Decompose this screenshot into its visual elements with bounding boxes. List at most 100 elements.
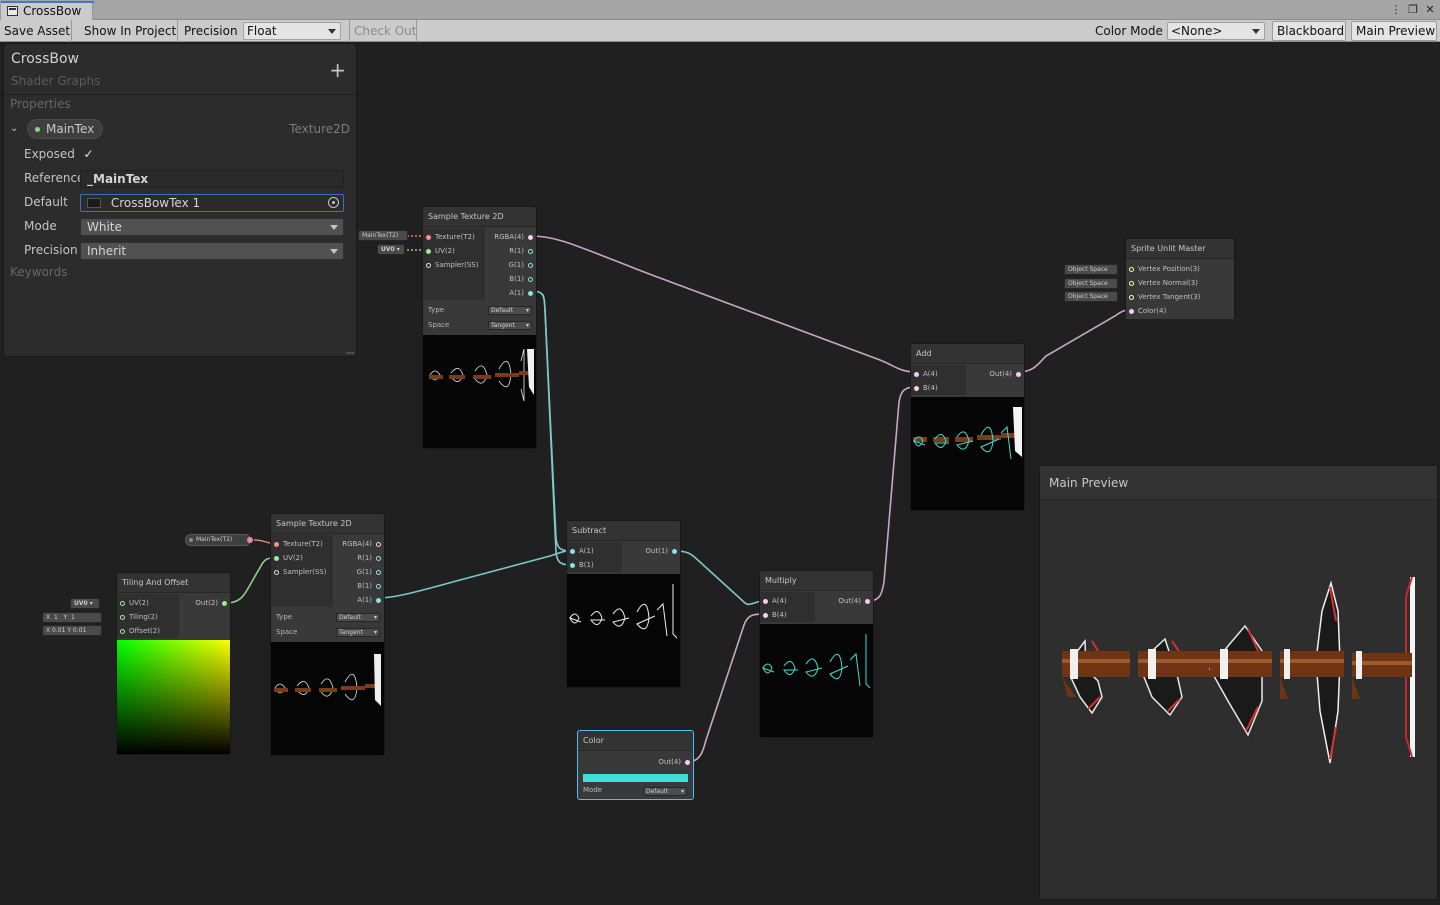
subtract-preview-image (568, 584, 678, 639)
input-port-b[interactable]: B(4) (760, 609, 787, 622)
resize-handle[interactable] (346, 352, 354, 354)
type-dropdown[interactable]: Default (336, 613, 380, 622)
input-port-sampler[interactable]: Sampler(SS) (423, 259, 478, 272)
window-tab[interactable]: CrossBow (0, 1, 94, 20)
color-mode-dropdown[interactable]: Default (643, 787, 687, 796)
exposed-checkbox[interactable]: ✓ (82, 148, 95, 161)
input-port-texture[interactable]: Texture(T2) (423, 231, 475, 244)
input-port-uv[interactable]: UV(2) (271, 552, 303, 565)
vertex-normal-space-chip[interactable]: Object Space (1064, 278, 1118, 289)
uv-input-chip-tiling[interactable]: UV0 ▾ (70, 598, 100, 609)
main-preview-toggle-button[interactable]: Main Preview (1351, 21, 1437, 41)
save-asset-button[interactable]: Save Asset (0, 20, 72, 42)
output-port-rgba[interactable]: RGBA(4) (342, 538, 384, 551)
output-port-r[interactable]: R(1) (357, 552, 384, 565)
crossbow-sprite-4 (1280, 580, 1344, 764)
sample-texture-node-bottom[interactable]: Sample Texture 2D Texture(T2) UV(2) Samp… (270, 513, 385, 756)
tiling-x-value[interactable]: 1 (54, 614, 58, 621)
multiply-node[interactable]: Multiply A(4) B(4) Out(4) (759, 570, 874, 738)
port-label: UV(2) (435, 247, 455, 255)
offset-vector-field[interactable]: X 0.01 Y 0.01 (42, 625, 102, 636)
mode-dropdown[interactable]: White (80, 218, 344, 236)
maintex-input-chip[interactable]: MainTex(T2) (358, 230, 408, 241)
add-node[interactable]: Add A(4) B(4) Out(4) (910, 343, 1025, 511)
input-port-vertex-normal[interactable]: Vertex Normal(3) (1126, 277, 1198, 290)
output-port-g[interactable]: G(1) (509, 259, 536, 272)
node-ports: A(4) B(4) Out(4) (911, 365, 1024, 395)
port-label: G(1) (508, 261, 524, 269)
main-preview-panel[interactable]: Main Preview (1039, 465, 1438, 900)
subtract-node[interactable]: Subtract A(1) B(1) Out(1) (566, 520, 681, 688)
output-port-out[interactable]: Out(1) (645, 545, 680, 558)
output-port-b[interactable]: B(1) (357, 580, 384, 593)
port-label: Out(4) (658, 758, 681, 766)
property-pill[interactable]: MainTex (27, 119, 104, 139)
chevron-down-icon[interactable]: ⌄ (10, 123, 18, 134)
check-out-button[interactable]: Check Out (349, 20, 417, 42)
color-node[interactable]: Color Out(4) Mode Default (577, 730, 694, 800)
uv-input-chip[interactable]: UV0 ▾ (377, 244, 405, 255)
main-preview-viewport[interactable] (1040, 501, 1437, 899)
input-port-offset[interactable]: Offset(2) (117, 625, 160, 638)
blackboard-toggle-button[interactable]: Blackboard (1272, 21, 1346, 41)
sprite-unlit-master-node[interactable]: Sprite Unlit Master Vertex Position(3) V… (1125, 238, 1235, 319)
input-port-texture[interactable]: Texture(T2) (271, 538, 323, 551)
close-icon[interactable]: ✕ (1423, 3, 1437, 17)
vertex-position-space-chip[interactable]: Object Space (1064, 264, 1118, 275)
maximize-icon[interactable]: ❐ (1406, 3, 1420, 17)
add-property-icon[interactable]: + (329, 60, 346, 80)
reference-field[interactable]: _MainTex (80, 170, 344, 188)
port-label: Sampler(SS) (435, 261, 479, 269)
input-port-b[interactable]: B(1) (567, 559, 594, 572)
input-port-vertex-tangent[interactable]: Vertex Tangent(3) (1126, 291, 1200, 304)
window-menu-icon[interactable]: ⋮ (1389, 3, 1403, 17)
default-texture-field[interactable]: CrossBowTex 1 (80, 194, 344, 212)
output-port-out[interactable]: Out(4) (989, 368, 1024, 381)
show-in-project-button[interactable]: Show In Project (80, 20, 178, 42)
sample-texture-node-top[interactable]: Sample Texture 2D Texture(T2) UV(2) Samp… (422, 206, 537, 449)
shader-graph-icon (7, 6, 18, 16)
default-texture-value: CrossBowTex 1 (110, 196, 201, 210)
output-port-out[interactable]: Out(4) (658, 756, 693, 769)
property-row-maintex[interactable]: ⌄ MainTex Texture2D (10, 119, 350, 139)
output-port-g[interactable]: G(1) (357, 566, 384, 579)
precision-dropdown[interactable]: Float (243, 22, 341, 40)
space-dropdown[interactable]: Tangent (488, 321, 532, 330)
input-port-tiling[interactable]: Tiling(2) (117, 611, 158, 624)
property-precision-dropdown[interactable]: Inherit (80, 242, 344, 260)
port-label: Offset(2) (129, 627, 160, 635)
color-mode-dropdown[interactable]: <None> (1167, 22, 1265, 40)
tiling-and-offset-node[interactable]: Tiling And Offset UV(2) Tiling(2) Offset… (116, 572, 231, 755)
input-port-vertex-position[interactable]: Vertex Position(3) (1126, 263, 1200, 276)
input-port-a[interactable]: A(4) (911, 368, 938, 381)
vertex-tangent-space-chip[interactable]: Object Space (1064, 291, 1118, 302)
tiling-vector-field[interactable]: X 1 Y 1 (42, 612, 102, 623)
input-port-sampler[interactable]: Sampler(SS) (271, 566, 326, 579)
input-port-uv[interactable]: UV(2) (117, 597, 149, 610)
tiling-y-value[interactable]: 1 (71, 614, 75, 621)
output-port-b[interactable]: B(1) (509, 273, 536, 286)
output-port-out[interactable]: Out(2) (195, 597, 230, 610)
output-port-r[interactable]: R(1) (509, 245, 536, 258)
input-port-a[interactable]: A(4) (760, 595, 787, 608)
input-port-uv[interactable]: UV(2) (423, 245, 455, 258)
output-port-a[interactable]: A(1) (509, 287, 536, 300)
input-port-a[interactable]: A(1) (567, 545, 594, 558)
output-port-out[interactable]: Out(4) (838, 595, 873, 608)
output-port-rgba[interactable]: RGBA(4) (494, 231, 536, 244)
object-picker-icon[interactable] (328, 197, 339, 208)
offset-y-value[interactable]: 0.01 (73, 627, 86, 634)
exposed-label: Exposed (24, 147, 75, 161)
property-precision-value: Inherit (87, 244, 127, 258)
blackboard-panel[interactable]: CrossBow Shader Graphs + Properties ⌄ Ma… (3, 43, 357, 357)
offset-x-value[interactable]: 0.01 (52, 627, 65, 634)
color-swatch[interactable] (583, 774, 688, 782)
maintex-input-chip-bottom[interactable]: MainTex(T2) (185, 534, 253, 546)
type-dropdown[interactable]: Default (488, 306, 532, 315)
output-port-a[interactable]: A(1) (357, 594, 384, 607)
output-column: Out(1) (622, 542, 680, 572)
color-mode-label: Color Mode (1095, 24, 1163, 38)
space-dropdown[interactable]: Tangent (336, 628, 380, 637)
input-port-b[interactable]: B(4) (911, 382, 938, 395)
input-port-color[interactable]: Color(4) (1126, 305, 1166, 318)
